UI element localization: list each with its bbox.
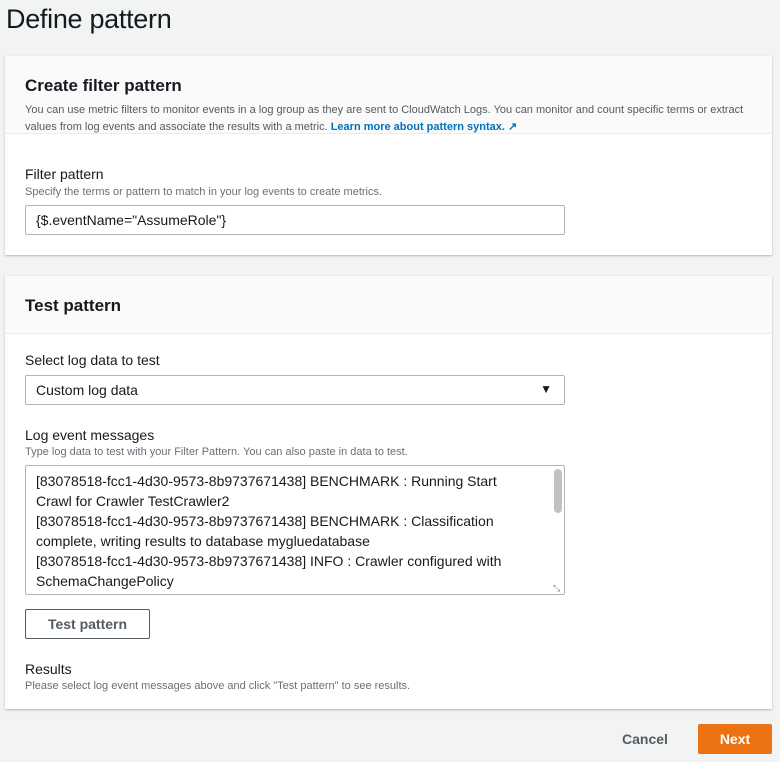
log-line: [83078518-fcc1-4d30-9573-8b9737671438] B… — [36, 473, 497, 489]
log-messages-help: Type log data to test with your Filter P… — [25, 446, 408, 458]
log-messages-label: Log event messages — [25, 427, 155, 443]
log-line: SchemaChangePolicy — [36, 573, 174, 589]
log-line: [83078518-fcc1-4d30-9573-8b9737671438] I… — [36, 553, 502, 569]
results-help: Please select log event messages above a… — [25, 680, 411, 692]
external-link-icon: ↗ — [507, 121, 518, 133]
select-log-label: Select log data to test — [25, 352, 160, 368]
log-line: [83078518-fcc1-4d30-9573-8b9737671438] B… — [36, 513, 494, 529]
create-filter-title: Create filter pattern — [25, 76, 182, 95]
textarea-scrollbar[interactable] — [554, 469, 562, 513]
pattern-syntax-link[interactable]: Learn more about pattern syntax. ↗ — [331, 121, 518, 133]
log-messages-textarea[interactable]: [83078518-fcc1-4d30-9573-8b9737671438] B… — [25, 465, 565, 595]
results-label: Results — [25, 661, 72, 677]
resize-grip-icon[interactable]: ⤡ — [553, 583, 563, 593]
test-pattern-title: Test pattern — [25, 296, 122, 315]
test-pattern-button[interactable]: Test pattern — [25, 609, 150, 639]
log-line: Crawl for Crawler TestCrawler2 — [36, 493, 230, 509]
test-pattern-header: Test pattern — [5, 276, 772, 334]
log-line: complete, writing results to database my… — [36, 533, 370, 549]
log-data-select-value: Custom log data — [36, 382, 138, 398]
page-title: Define pattern — [6, 4, 172, 34]
log-data-select[interactable]: Custom log data ▼ — [25, 375, 565, 405]
cancel-button[interactable]: Cancel — [610, 724, 680, 754]
filter-pattern-help: Specify the terms or pattern to match in… — [25, 186, 383, 198]
filter-pattern-input[interactable]: {$.eventName="AssumeRole"} — [25, 205, 565, 235]
create-filter-panel: Create filter pattern You can use metric… — [5, 56, 772, 255]
create-filter-header: Create filter pattern You can use metric… — [5, 56, 772, 134]
test-pattern-panel: Test pattern Select log data to test Cus… — [5, 276, 772, 709]
next-button[interactable]: Next — [698, 724, 772, 754]
filter-pattern-label: Filter pattern — [25, 166, 104, 182]
caret-down-icon: ▼ — [540, 382, 552, 396]
